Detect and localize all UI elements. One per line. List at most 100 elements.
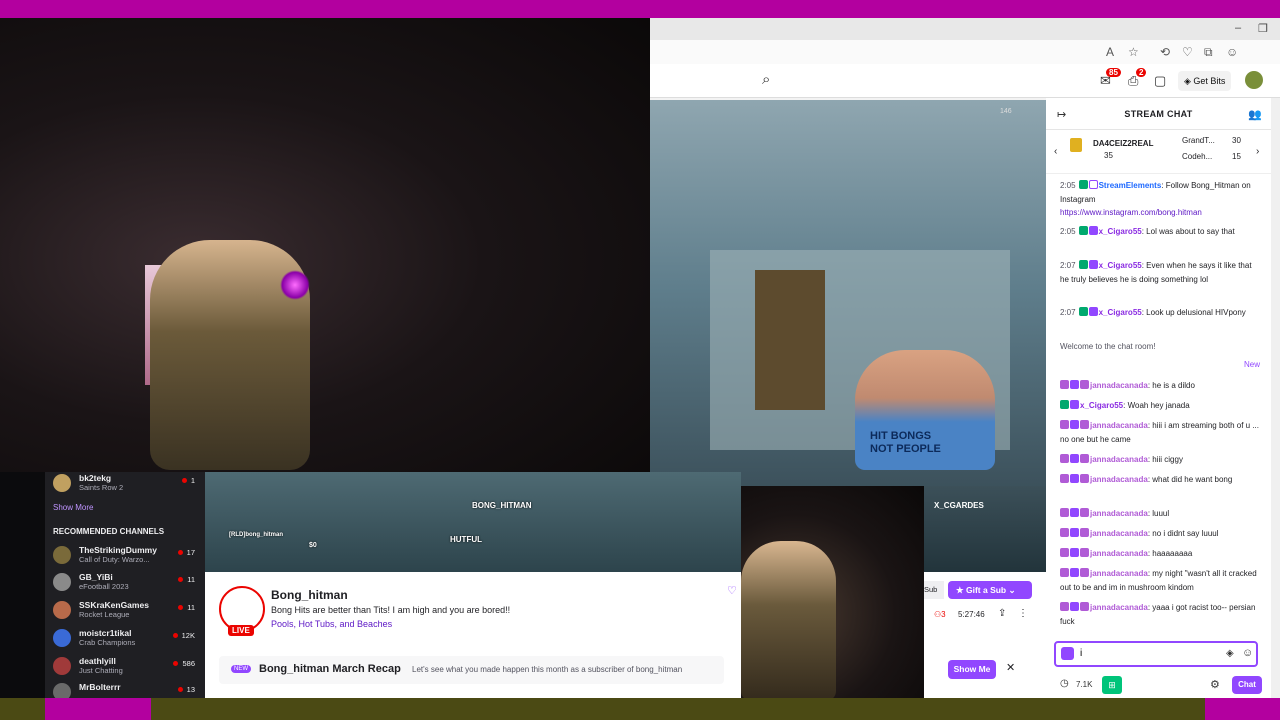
extensions-icon[interactable]: ♡ [1182, 45, 1193, 59]
chat-username[interactable]: jannadacanada [1090, 549, 1148, 558]
chat-username[interactable]: jannadacanada [1090, 475, 1148, 484]
chat-username[interactable]: x_Cigaro55 [1099, 227, 1142, 236]
read-aloud-icon[interactable]: A [1106, 45, 1114, 59]
video-player[interactable]: BONG_HITMAN HUTFUL [RLD]bong_hitman $0 [205, 472, 741, 572]
badge-icon [1080, 568, 1089, 577]
chat-link[interactable]: https://www.instagram.com/bong.hitman [1060, 208, 1202, 217]
page-scrollbar[interactable] [1271, 98, 1280, 698]
channel-name: GB_YiBi [79, 572, 113, 582]
search-icon[interactable]: ⌕ [762, 71, 770, 88]
bits-icon[interactable]: ◈ [1226, 648, 1234, 659]
leaderboard-prev-icon[interactable]: ‹ [1054, 146, 1057, 157]
channel-actions: Sub ★ Gift a Sub ⌄ ⚇3 5:27:46 ⇪ ⋮ Show M… [924, 572, 1046, 698]
hud-name: HUTFUL [450, 535, 482, 544]
channel-points-icon[interactable]: ◷ [1060, 678, 1069, 689]
share-icon[interactable]: ⇪ [998, 608, 1006, 619]
avatar [53, 546, 71, 564]
chat-username[interactable]: jannadacanada [1090, 569, 1148, 578]
sidebar-channel-bk2tekg[interactable]: bk2tekg Saints Row 2 1 [53, 472, 201, 494]
chat-username[interactable]: jannadacanada [1090, 421, 1148, 430]
minimize-icon[interactable]: – [1235, 22, 1241, 34]
close-icon[interactable]: ✕ [1006, 661, 1015, 674]
leader-value-2: 30 [1232, 136, 1241, 145]
chat-text: : luuul [1147, 509, 1170, 518]
more-options-icon[interactable]: ⋮ [1018, 608, 1028, 619]
get-bits-button[interactable]: ◈ Get Bits [1178, 71, 1232, 91]
subscribe-button[interactable]: Sub [924, 581, 944, 599]
avatar [53, 657, 71, 675]
claim-bonus-icon[interactable]: ⊞ [1102, 676, 1122, 694]
sidebar-channel[interactable]: moistcr1tikal Crab Champions 12K [53, 627, 201, 649]
show-more-link[interactable]: Show More [53, 503, 93, 512]
chat-username[interactable]: jannadacanada [1090, 529, 1148, 538]
chat-username[interactable]: jannadacanada [1090, 455, 1148, 464]
collections-icon[interactable]: ⧉ [1204, 45, 1213, 60]
sidebar-channel[interactable]: GB_YiBi eFootball 2023 11 [53, 571, 201, 593]
recap-text: Let's see what you made happen this mont… [412, 665, 683, 674]
channel-points-value: 7.1K [1076, 680, 1093, 689]
chat-username[interactable]: x_Cigaro55 [1099, 261, 1142, 270]
sidebar-channel[interactable]: SSKraKenGames Rocket League 11 [53, 599, 201, 621]
opponent-tag: X_CGARDES [934, 501, 984, 510]
leader-value-3: 15 [1232, 152, 1241, 161]
leader-name-3[interactable]: Codeh... [1182, 152, 1212, 161]
favorite-icon[interactable]: ☆ [1128, 45, 1139, 59]
chat-username[interactable]: StreamElements [1099, 181, 1162, 190]
badge-icon [1078, 180, 1088, 189]
badge-icon [1078, 260, 1088, 269]
chat-username[interactable]: x_Cigaro55 [1080, 401, 1123, 410]
sidebar-channel[interactable]: TheStrikingDummy Call of Duty: Warzo... 17 [53, 544, 201, 566]
chat-username[interactable]: jannadacanada [1090, 603, 1148, 612]
restore-icon[interactable]: ❐ [1258, 22, 1268, 35]
chat-messages: 2:05 StreamElements: Follow Bong_Hitman o… [1046, 174, 1271, 634]
chat-username[interactable]: jannadacanada [1090, 381, 1148, 390]
follow-heart-icon[interactable]: ♡ [727, 584, 737, 597]
stream-category[interactable]: Pools, Hot Tubs, and Beaches [271, 619, 392, 629]
leader-name-2[interactable]: GrandT... [1182, 136, 1215, 145]
badge-icon [1088, 260, 1098, 269]
badge-icon [1060, 400, 1069, 409]
leader-name-1[interactable]: DA4CEIZ2REAL [1093, 139, 1153, 148]
live-badge: LIVE [228, 625, 254, 636]
twitch-top-nav: ⌕ ✉ 85 ⎙ 2 ▢ ◈ Get Bits [650, 64, 1280, 98]
profile-icon[interactable]: ☺ [1226, 45, 1238, 59]
settings-icon[interactable]: ⚙ [1210, 678, 1220, 691]
favorites-icon[interactable]: ⟲ [1160, 45, 1170, 59]
channel-game: Rocket League [79, 610, 130, 619]
chat-text: : what did he want bong [1147, 475, 1233, 484]
new-badge: NEW [231, 665, 251, 673]
chat-input[interactable] [1080, 648, 1220, 659]
channel-game: eFootball 2023 [79, 582, 129, 591]
badge-icon [1070, 528, 1079, 537]
viewer-count: 11 [178, 575, 195, 584]
chat-message: jannadacanada: no i didnt say luuul [1060, 527, 1260, 541]
emote-icon[interactable]: ☺ [1242, 647, 1253, 659]
trophy-icon [1070, 138, 1082, 152]
show-me-button[interactable]: Show Me [948, 660, 996, 679]
live-dot-icon [178, 605, 184, 610]
chat-username[interactable]: jannadacanada [1090, 509, 1148, 518]
chat-username[interactable]: x_Cigaro55 [1099, 308, 1142, 317]
channel-name: deathlyill [79, 656, 116, 666]
viewer-count: 586 [173, 659, 195, 668]
chat-message: 2:05 StreamElements: Follow Bong_Hitman o… [1060, 179, 1260, 220]
identity-badge-icon[interactable] [1061, 647, 1074, 660]
community-icon[interactable]: 👥 [1248, 108, 1262, 121]
chat-input-box[interactable]: ◈ ☺ [1054, 641, 1258, 667]
webcam-overlay-small [741, 486, 924, 701]
chat-message: jannadacanada: yaaa i got racist too-- p… [1060, 601, 1260, 628]
gift-sub-button[interactable]: ★ Gift a Sub ⌄ [948, 581, 1032, 599]
recommended-channels-heading: RECOMMENDED CHANNELS [53, 527, 165, 536]
live-dot-icon [172, 633, 178, 638]
channel-name[interactable]: Bong_hitman [271, 588, 348, 602]
user-avatar[interactable] [1245, 71, 1263, 89]
live-dot-icon [178, 577, 184, 582]
game-video-lower: X_CGARDES [924, 486, 1046, 572]
whispers-icon[interactable]: ▢ [1154, 73, 1166, 89]
chat-send-button[interactable]: Chat [1232, 676, 1262, 694]
viewer-count-value: 17 [186, 548, 195, 557]
timestamp: 2:07 [1060, 308, 1076, 317]
leaderboard-next-icon[interactable]: › [1256, 146, 1259, 157]
badge-icon [1070, 474, 1079, 483]
sidebar-channel[interactable]: deathlyill Just Chatting 586 [53, 655, 201, 677]
